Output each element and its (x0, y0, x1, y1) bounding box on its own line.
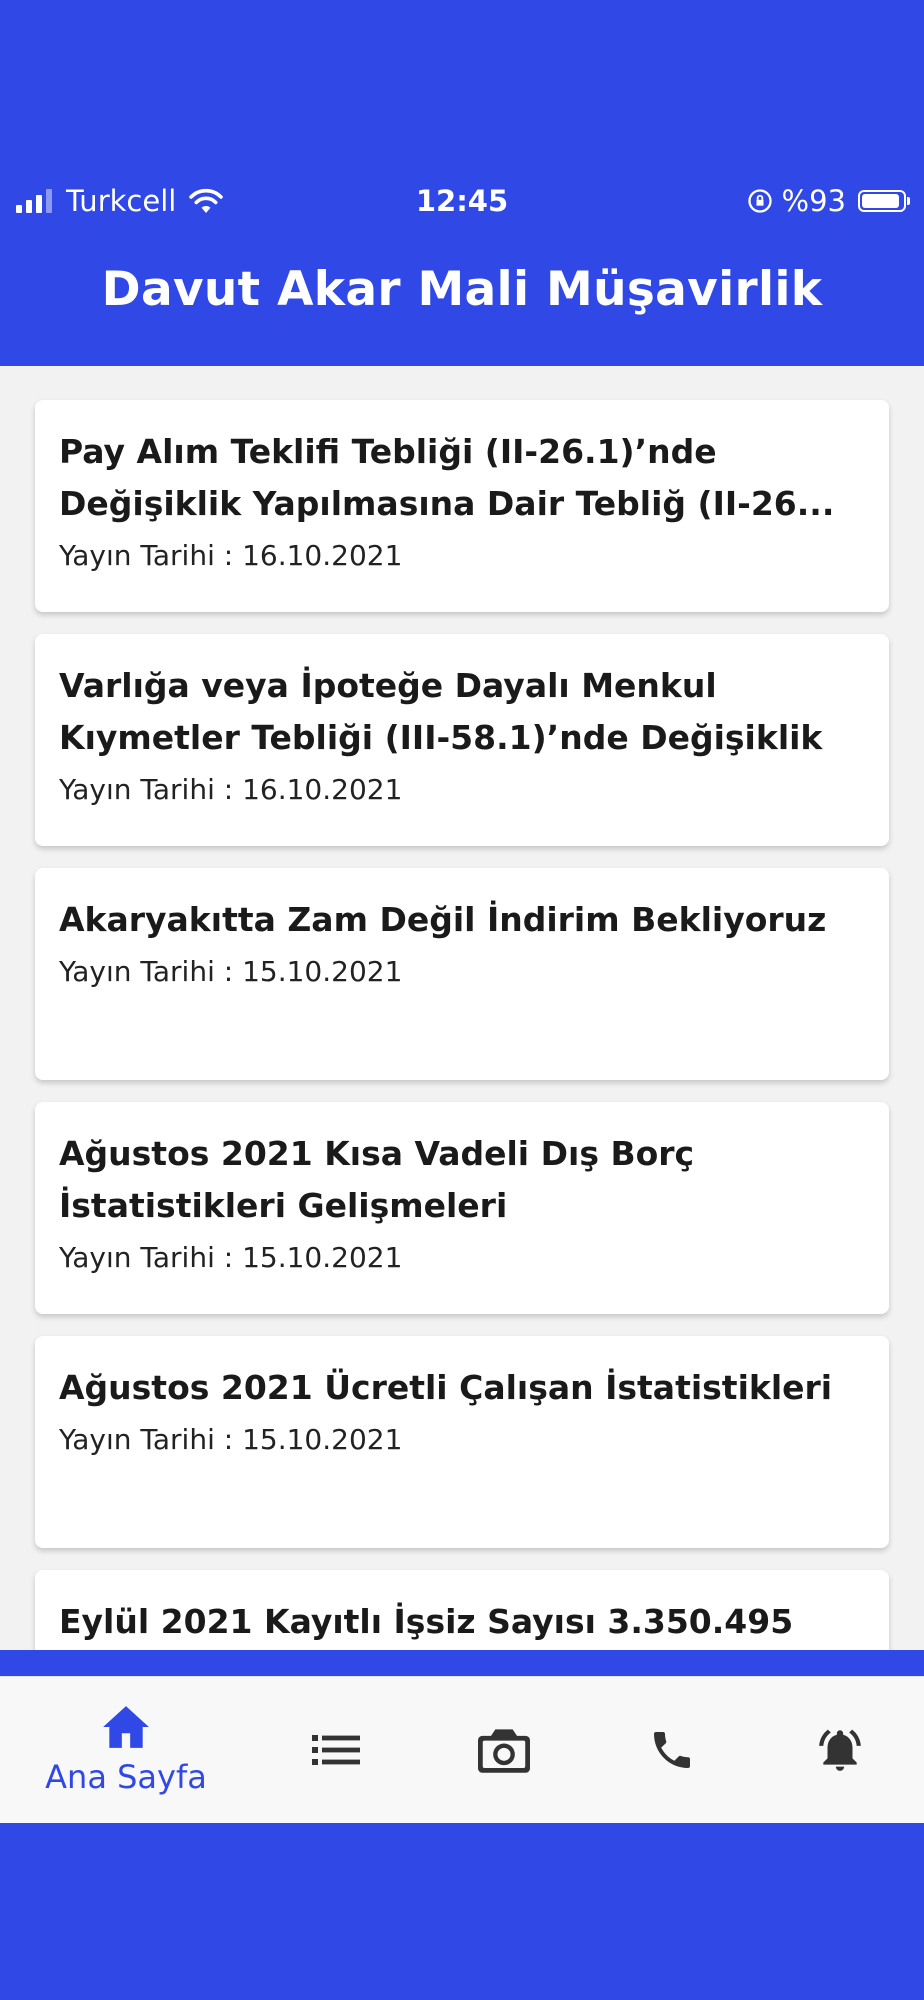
nav-home-label: Ana Sayfa (45, 1758, 207, 1796)
news-title: Akaryakıtta Zam Değil İndirim Bekliyoruz (59, 900, 827, 939)
news-date: Yayın Tarihi : 15.10.2021 (59, 955, 403, 988)
news-date: Yayın Tarihi : 15.10.2021 (59, 1423, 403, 1456)
page-title: Davut Akar Mali Müşavirlik (101, 262, 823, 317)
news-card[interactable]: Akaryakıtta Zam Değil İndirim Bekliyoruz… (35, 868, 889, 1080)
nav-phone[interactable] (580, 1677, 764, 1823)
news-date: Yayın Tarihi : 16.10.2021 (59, 773, 403, 806)
news-title: Eylül 2021 Kayıtlı İşsiz Sayısı 3.350.49… (59, 1602, 794, 1641)
news-title: Ağustos 2021 Ücretli Çalışan İstatistikl… (59, 1368, 833, 1407)
news-card[interactable]: Varlığa veya İpoteğe Dayalı Menkul Kıyme… (35, 634, 889, 846)
news-title: Ağustos 2021 Kısa Vadeli Dış Borç İstati… (59, 1134, 695, 1225)
battery-icon (858, 190, 910, 212)
news-list[interactable]: Pay Alım Teklifi Tebliği (II-26.1)’nde D… (0, 366, 924, 1650)
battery-level (862, 194, 900, 208)
news-card[interactable]: Eylül 2021 Kayıtlı İşsiz Sayısı 3.350.49… (35, 1570, 889, 1650)
phone-icon (654, 1732, 690, 1768)
orientation-lock-icon (747, 189, 772, 213)
nav-list[interactable] (244, 1677, 428, 1823)
news-date: Yayın Tarihi : 15.10.2021 (59, 1241, 403, 1274)
nav-notifications[interactable] (748, 1677, 924, 1823)
battery-percent: %93 (781, 184, 846, 218)
news-title: Varlığa veya İpoteğe Dayalı Menkul Kıyme… (59, 666, 823, 757)
nav-camera[interactable] (412, 1677, 596, 1823)
list-icon (312, 1735, 360, 1765)
status-bar-right: %93 (746, 184, 910, 218)
bottom-nav: Ana Sayfa (0, 1676, 924, 1823)
news-card[interactable]: Pay Alım Teklifi Tebliği (II-26.1)’nde D… (35, 400, 889, 612)
status-bar: Turkcell 12:45 %93 (0, 180, 924, 226)
bell-icon (819, 1729, 861, 1771)
news-date: Yayın Tarihi : 16.10.2021 (59, 539, 403, 572)
camera-icon (478, 1729, 530, 1773)
nav-home[interactable]: Ana Sayfa (34, 1677, 218, 1823)
news-card[interactable]: Ağustos 2021 Kısa Vadeli Dış Borç İstati… (35, 1102, 889, 1314)
news-card[interactable]: Ağustos 2021 Ücretli Çalışan İstatistikl… (35, 1336, 889, 1548)
news-title: Pay Alım Teklifi Tebliği (II-26.1)’nde D… (59, 432, 835, 523)
home-icon (103, 1706, 149, 1748)
